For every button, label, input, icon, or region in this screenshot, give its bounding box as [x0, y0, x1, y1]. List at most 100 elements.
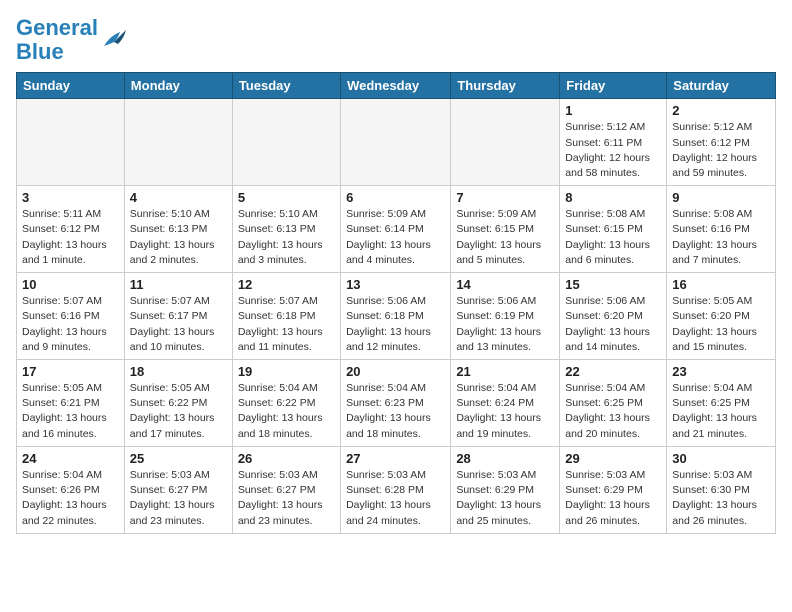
day-info: Sunrise: 5:09 AM Sunset: 6:15 PM Dayligh… — [456, 207, 554, 268]
calendar-cell: 23 Sunrise: 5:04 AM Sunset: 6:25 PM Dayli… — [667, 360, 776, 447]
calendar-cell: 18Sunrise: 5:05 AM Sunset: 6:22 PM Dayli… — [124, 360, 232, 447]
day-info: Sunrise: 5:04 AM Sunset: 6:26 PM Dayligh… — [22, 468, 119, 529]
calendar-cell: 5 Sunrise: 5:10 AM Sunset: 6:13 PM Daylig… — [232, 186, 340, 273]
day-info: Sunrise: 5:07 AM Sunset: 6:18 PM Dayligh… — [238, 294, 335, 355]
day-info: Sunrise: 5:07 AM Sunset: 6:16 PM Dayligh… — [22, 294, 119, 355]
calendar-cell: 3 Sunrise: 5:11 AM Sunset: 6:12 PM Daylig… — [17, 186, 125, 273]
weekday-header: Tuesday — [232, 73, 340, 99]
day-number: 17 — [22, 364, 119, 379]
day-info: Sunrise: 5:05 AM Sunset: 6:21 PM Dayligh… — [22, 381, 119, 442]
day-number: 30 — [672, 451, 770, 466]
calendar-cell: 25 Sunrise: 5:03 AM Sunset: 6:27 PM Dayli… — [124, 446, 232, 533]
weekday-header: Friday — [560, 73, 667, 99]
calendar-cell: 6Sunrise: 5:09 AM Sunset: 6:14 PM Daylig… — [341, 186, 451, 273]
calendar-cell: 7 Sunrise: 5:09 AM Sunset: 6:15 PM Daylig… — [451, 186, 560, 273]
day-info: Sunrise: 5:03 AM Sunset: 6:27 PM Dayligh… — [238, 468, 335, 529]
calendar-cell: 9 Sunrise: 5:08 AM Sunset: 6:16 PM Daylig… — [667, 186, 776, 273]
day-number: 3 — [22, 190, 119, 205]
day-info: Sunrise: 5:06 AM Sunset: 6:19 PM Dayligh… — [456, 294, 554, 355]
day-number: 20 — [346, 364, 445, 379]
day-number: 28 — [456, 451, 554, 466]
logo-text: GeneralBlue — [16, 16, 98, 64]
calendar-week-row: 1 Sunrise: 5:12 AM Sunset: 6:11 PM Daylig… — [17, 99, 776, 186]
calendar-cell: 29 Sunrise: 5:03 AM Sunset: 6:29 PM Dayli… — [560, 446, 667, 533]
day-number: 26 — [238, 451, 335, 466]
day-number: 1 — [565, 103, 661, 118]
calendar-cell: 12Sunrise: 5:07 AM Sunset: 6:18 PM Dayli… — [232, 273, 340, 360]
day-number: 16 — [672, 277, 770, 292]
calendar-cell — [17, 99, 125, 186]
day-number: 21 — [456, 364, 554, 379]
day-info: Sunrise: 5:03 AM Sunset: 6:27 PM Dayligh… — [130, 468, 227, 529]
calendar-cell: 14 Sunrise: 5:06 AM Sunset: 6:19 PM Dayli… — [451, 273, 560, 360]
calendar-cell: 28 Sunrise: 5:03 AM Sunset: 6:29 PM Dayli… — [451, 446, 560, 533]
calendar-cell: 11Sunrise: 5:07 AM Sunset: 6:17 PM Dayli… — [124, 273, 232, 360]
day-number: 2 — [672, 103, 770, 118]
day-info: Sunrise: 5:04 AM Sunset: 6:22 PM Dayligh… — [238, 381, 335, 442]
calendar-week-row: 24 Sunrise: 5:04 AM Sunset: 6:26 PM Dayli… — [17, 446, 776, 533]
calendar-cell: 16 Sunrise: 5:05 AM Sunset: 6:20 PM Dayli… — [667, 273, 776, 360]
calendar-week-row: 10 Sunrise: 5:07 AM Sunset: 6:16 PM Dayli… — [17, 273, 776, 360]
calendar-cell: 1 Sunrise: 5:12 AM Sunset: 6:11 PM Daylig… — [560, 99, 667, 186]
day-info: Sunrise: 5:06 AM Sunset: 6:20 PM Dayligh… — [565, 294, 661, 355]
calendar-cell: 26 Sunrise: 5:03 AM Sunset: 6:27 PM Dayli… — [232, 446, 340, 533]
day-number: 13 — [346, 277, 445, 292]
day-info: Sunrise: 5:03 AM Sunset: 6:29 PM Dayligh… — [456, 468, 554, 529]
calendar-cell — [232, 99, 340, 186]
day-info: Sunrise: 5:04 AM Sunset: 6:25 PM Dayligh… — [565, 381, 661, 442]
logo-bird-icon — [100, 28, 128, 52]
calendar-cell: 27Sunrise: 5:03 AM Sunset: 6:28 PM Dayli… — [341, 446, 451, 533]
calendar-cell: 22 Sunrise: 5:04 AM Sunset: 6:25 PM Dayli… — [560, 360, 667, 447]
calendar-cell: 20Sunrise: 5:04 AM Sunset: 6:23 PM Dayli… — [341, 360, 451, 447]
calendar-cell — [341, 99, 451, 186]
calendar-cell: 19 Sunrise: 5:04 AM Sunset: 6:22 PM Dayli… — [232, 360, 340, 447]
weekday-header: Saturday — [667, 73, 776, 99]
day-info: Sunrise: 5:12 AM Sunset: 6:12 PM Dayligh… — [672, 120, 770, 181]
weekday-header: Sunday — [17, 73, 125, 99]
day-number: 24 — [22, 451, 119, 466]
calendar-cell: 2 Sunrise: 5:12 AM Sunset: 6:12 PM Daylig… — [667, 99, 776, 186]
day-info: Sunrise: 5:11 AM Sunset: 6:12 PM Dayligh… — [22, 207, 119, 268]
calendar-cell — [451, 99, 560, 186]
day-info: Sunrise: 5:03 AM Sunset: 6:30 PM Dayligh… — [672, 468, 770, 529]
day-info: Sunrise: 5:04 AM Sunset: 6:25 PM Dayligh… — [672, 381, 770, 442]
logo: GeneralBlue — [16, 16, 128, 64]
day-info: Sunrise: 5:10 AM Sunset: 6:13 PM Dayligh… — [238, 207, 335, 268]
day-number: 18 — [130, 364, 227, 379]
day-number: 14 — [456, 277, 554, 292]
calendar-week-row: 3 Sunrise: 5:11 AM Sunset: 6:12 PM Daylig… — [17, 186, 776, 273]
calendar-cell: 17 Sunrise: 5:05 AM Sunset: 6:21 PM Dayli… — [17, 360, 125, 447]
day-info: Sunrise: 5:03 AM Sunset: 6:28 PM Dayligh… — [346, 468, 445, 529]
calendar-cell: 4Sunrise: 5:10 AM Sunset: 6:13 PM Daylig… — [124, 186, 232, 273]
day-number: 10 — [22, 277, 119, 292]
weekday-header: Wednesday — [341, 73, 451, 99]
day-number: 19 — [238, 364, 335, 379]
day-number: 8 — [565, 190, 661, 205]
page-header: GeneralBlue — [16, 16, 776, 64]
day-info: Sunrise: 5:07 AM Sunset: 6:17 PM Dayligh… — [130, 294, 227, 355]
day-info: Sunrise: 5:03 AM Sunset: 6:29 PM Dayligh… — [565, 468, 661, 529]
day-number: 22 — [565, 364, 661, 379]
day-number: 15 — [565, 277, 661, 292]
day-number: 29 — [565, 451, 661, 466]
day-info: Sunrise: 5:04 AM Sunset: 6:24 PM Dayligh… — [456, 381, 554, 442]
day-number: 9 — [672, 190, 770, 205]
day-info: Sunrise: 5:08 AM Sunset: 6:16 PM Dayligh… — [672, 207, 770, 268]
day-number: 23 — [672, 364, 770, 379]
calendar-cell: 13 Sunrise: 5:06 AM Sunset: 6:18 PM Dayli… — [341, 273, 451, 360]
calendar-cell: 8Sunrise: 5:08 AM Sunset: 6:15 PM Daylig… — [560, 186, 667, 273]
calendar-header-row: SundayMondayTuesdayWednesdayThursdayFrid… — [17, 73, 776, 99]
day-info: Sunrise: 5:05 AM Sunset: 6:20 PM Dayligh… — [672, 294, 770, 355]
day-info: Sunrise: 5:12 AM Sunset: 6:11 PM Dayligh… — [565, 120, 661, 181]
day-number: 7 — [456, 190, 554, 205]
day-number: 5 — [238, 190, 335, 205]
day-number: 4 — [130, 190, 227, 205]
calendar-cell: 24 Sunrise: 5:04 AM Sunset: 6:26 PM Dayli… — [17, 446, 125, 533]
calendar-cell: 15 Sunrise: 5:06 AM Sunset: 6:20 PM Dayli… — [560, 273, 667, 360]
day-number: 25 — [130, 451, 227, 466]
calendar-cell: 21 Sunrise: 5:04 AM Sunset: 6:24 PM Dayli… — [451, 360, 560, 447]
calendar-cell — [124, 99, 232, 186]
day-number: 6 — [346, 190, 445, 205]
day-info: Sunrise: 5:06 AM Sunset: 6:18 PM Dayligh… — [346, 294, 445, 355]
calendar-cell: 30 Sunrise: 5:03 AM Sunset: 6:30 PM Dayli… — [667, 446, 776, 533]
